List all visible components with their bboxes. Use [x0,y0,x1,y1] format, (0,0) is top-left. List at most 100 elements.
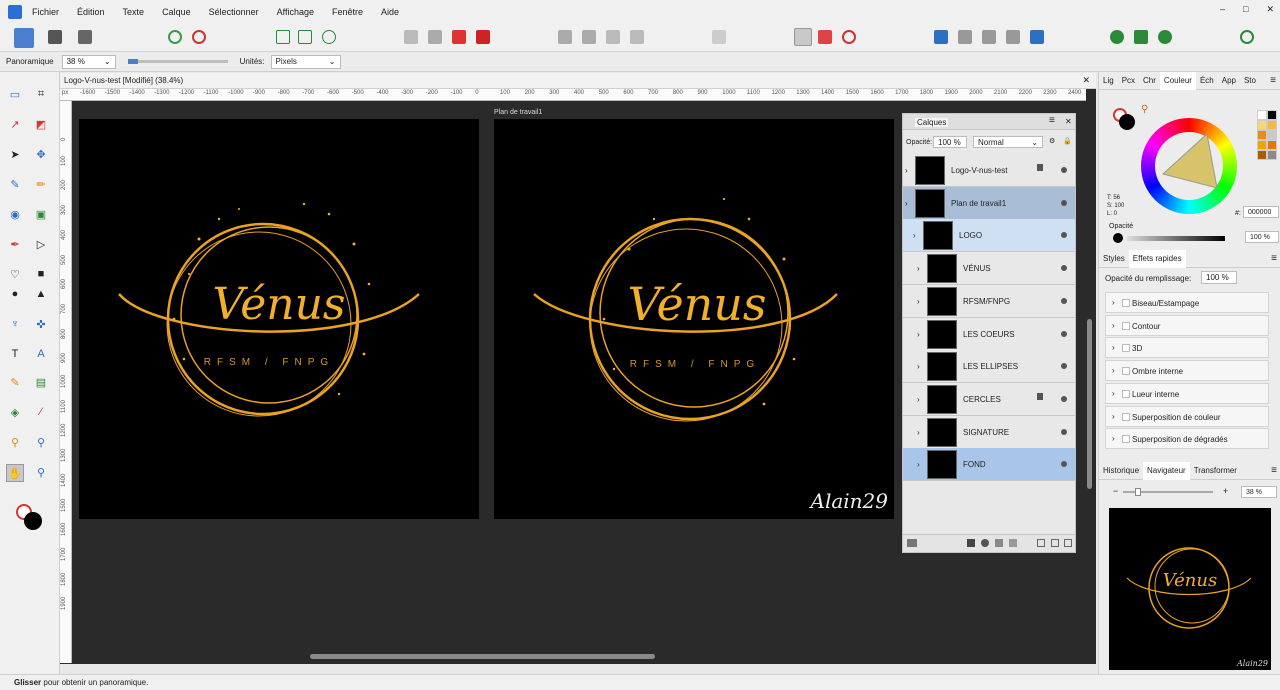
navigator-zoom-field[interactable]: 38 % [1241,486,1277,498]
layer-row[interactable]: › VÉNUS [903,252,1075,286]
transparency-tool-icon[interactable]: ▣ [33,206,49,222]
arrange-back-icon[interactable] [404,30,418,44]
effect-checkbox[interactable] [1122,412,1130,421]
color-swatch[interactable] [1267,120,1277,130]
color-wheel[interactable] [1141,118,1237,214]
fill-tool-icon[interactable]: ◉ [7,206,23,222]
corner-tool-icon[interactable]: ◩ [33,116,49,132]
chevron-right-icon[interactable]: › [1112,412,1115,421]
effect-item[interactable]: › Ombre interne [1105,360,1269,382]
gear-icon[interactable]: ⚙ [1049,137,1055,145]
chevron-right-icon[interactable]: › [1112,366,1115,375]
chevron-right-icon[interactable]: › [1112,434,1115,443]
right-artboard[interactable]: Vénus RFSM / FNPG Alain29 [494,119,894,519]
preferences-icon[interactable] [1134,30,1148,44]
select-bounds-icon[interactable] [298,30,312,44]
layer-row[interactable]: › LES ELLIPSES [903,350,1075,384]
duplicate-layer-icon[interactable] [1051,539,1059,547]
effect-checkbox[interactable] [1122,367,1130,376]
effect-checkbox[interactable] [1122,389,1130,398]
menu-edition[interactable]: Édition [77,7,105,17]
select-all-icon[interactable] [276,30,290,44]
effect-item[interactable]: › Biseau/Estampage [1105,292,1269,313]
layer-row[interactable]: › FOND [903,448,1075,482]
export-persona-icon[interactable] [78,30,92,44]
heart-shape-icon[interactable]: ♡ [7,266,23,282]
color-picker-tool-icon[interactable]: ✜ [33,316,49,332]
opacity-field[interactable]: 100 % [1245,231,1279,243]
arrange-front-icon[interactable] [476,30,490,44]
panel-menu-icon[interactable]: ≡ [1267,253,1280,264]
visibility-dot-icon[interactable] [1061,363,1067,370]
rectangle-tool-icon[interactable]: ■ [33,266,49,282]
menu-calque[interactable]: Calque [162,7,191,17]
designer-persona-icon[interactable] [14,28,34,48]
hex-field[interactable]: 000000 [1243,206,1279,218]
chevron-right-icon[interactable]: › [1112,321,1115,330]
effect-checkbox[interactable] [1122,344,1130,353]
layer-row[interactable]: › Plan de travail1 [903,186,1075,220]
menu-texte[interactable]: Texte [123,7,145,17]
effect-checkbox[interactable] [1122,299,1130,307]
layer-row[interactable]: › Logo-V-nus-test [903,154,1075,187]
menu-fichier[interactable]: Fichier [32,7,59,17]
tab-pcx[interactable]: Pcx [1118,76,1139,85]
account-icon[interactable] [1240,30,1254,44]
navigator-zoom-slider[interactable] [1123,488,1213,496]
ruler-tool-icon[interactable]: ✎ [7,374,23,390]
boolean-intersect-icon[interactable] [982,30,996,44]
minimize-button[interactable]: – [1220,4,1225,15]
mask-icon[interactable] [967,539,975,547]
zoom-out-icon[interactable]: − [1113,486,1118,496]
visibility-dot-icon[interactable] [1061,428,1067,435]
triangle-tool-icon[interactable]: ▲ [33,286,49,302]
artboard-label[interactable]: Plan de travail1 [494,109,542,116]
chevron-right-icon[interactable]: › [917,395,920,404]
artboard-tool-icon[interactable]: ▭ [7,86,23,102]
visibility-dot-icon[interactable] [1061,199,1067,206]
sync-icon[interactable] [168,30,182,44]
snapping-options-icon[interactable] [842,30,856,44]
effect-item[interactable]: › Lueur interne [1105,382,1269,404]
effect-item[interactable]: › Superposition de dégradés [1105,428,1269,450]
chevron-right-icon[interactable]: › [1112,298,1115,307]
panel-menu-icon[interactable]: ≡ [1266,75,1280,86]
effect-item[interactable]: › Contour [1105,314,1269,336]
color-swatch[interactable] [1267,150,1277,160]
effect-checkbox[interactable] [1122,321,1130,330]
tab-chr[interactable]: Chr [1139,76,1160,85]
color-swatch[interactable] [1257,130,1267,140]
tab-ech[interactable]: Éch [1196,76,1218,85]
close-window-button[interactable]: ✕ [1266,4,1274,15]
tab-effets-rapides[interactable]: Effets rapides [1128,249,1186,268]
zoom-tool-icon[interactable]: ⚲ [33,464,49,480]
units-select[interactable]: Pixels ⌄ [270,54,341,69]
knife-tool-icon[interactable]: ⁄ [33,404,49,420]
boolean-add-icon[interactable] [934,30,948,44]
lock-icon[interactable] [1037,164,1043,171]
add-pixel-layer-icon[interactable] [1037,539,1045,547]
chevron-right-icon[interactable]: › [905,199,908,208]
color-swatch[interactable] [1257,140,1267,150]
chevron-right-icon[interactable]: › [905,166,908,175]
hand-tool-icon[interactable]: ✋ [6,464,24,482]
effect-item[interactable]: › 3D [1105,337,1269,359]
frame-text-icon[interactable]: A [33,346,49,362]
panel-menu-icon[interactable]: ≡ [1267,465,1280,476]
chevron-right-icon[interactable]: › [917,460,920,469]
tab-app[interactable]: App [1218,76,1240,85]
chevron-right-icon[interactable]: › [913,231,916,240]
chevron-right-icon[interactable]: › [917,362,920,371]
fill-color-swatch[interactable] [24,512,42,530]
layer-row[interactable]: › SIGNATURE [903,415,1075,449]
lock-icon[interactable] [1037,392,1043,400]
tab-sto[interactable]: Sto [1240,76,1260,85]
tab-couleur[interactable]: Couleur [1159,71,1196,90]
color-swatch[interactable] [1257,150,1267,160]
visibility-dot-icon[interactable] [1061,232,1067,239]
menu-aide[interactable]: Aide [381,7,399,17]
contour-tool-icon[interactable]: ✥ [33,146,49,162]
layer-row[interactable]: › CERCLES [903,382,1075,416]
gradient-tool-icon[interactable]: ◈ [7,404,23,420]
pencil-tool-icon[interactable]: ✎ [7,176,23,192]
